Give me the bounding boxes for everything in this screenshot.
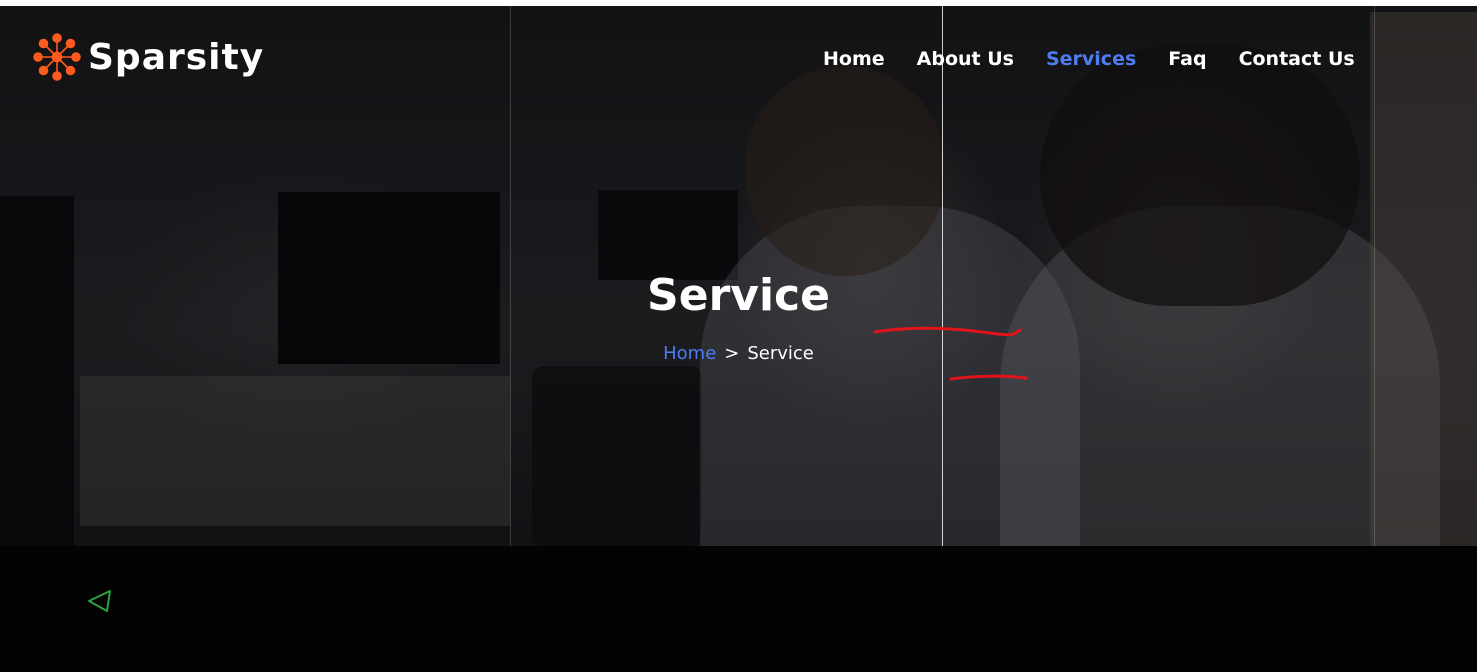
breadcrumb-home-link[interactable]: Home xyxy=(663,343,716,364)
breadcrumb-current: Service xyxy=(747,343,814,364)
title-underline-annotation xyxy=(873,326,1022,337)
page-title: Service xyxy=(647,270,830,321)
sparsity-logo-icon xyxy=(33,33,81,81)
brand-name: Sparsity xyxy=(88,36,265,78)
nav-item-contact-us[interactable]: Contact Us xyxy=(1239,48,1355,70)
nav-item-about-us[interactable]: About Us xyxy=(917,48,1014,70)
breadcrumb-separator: > xyxy=(724,343,740,364)
nav-item-services[interactable]: Services xyxy=(1046,48,1136,70)
logo-link[interactable]: Sparsity xyxy=(32,32,264,82)
breadcrumb: Home > Service xyxy=(0,343,1477,364)
nav-item-home[interactable]: Home xyxy=(823,48,885,70)
main-nav: Home About Us Services Faq Contact Us xyxy=(823,48,1355,70)
breadcrumb-underline-annotation xyxy=(949,374,1028,381)
footer-band xyxy=(0,546,1477,672)
nav-item-faq[interactable]: Faq xyxy=(1168,48,1206,70)
triangle-play-icon[interactable] xyxy=(86,588,114,614)
